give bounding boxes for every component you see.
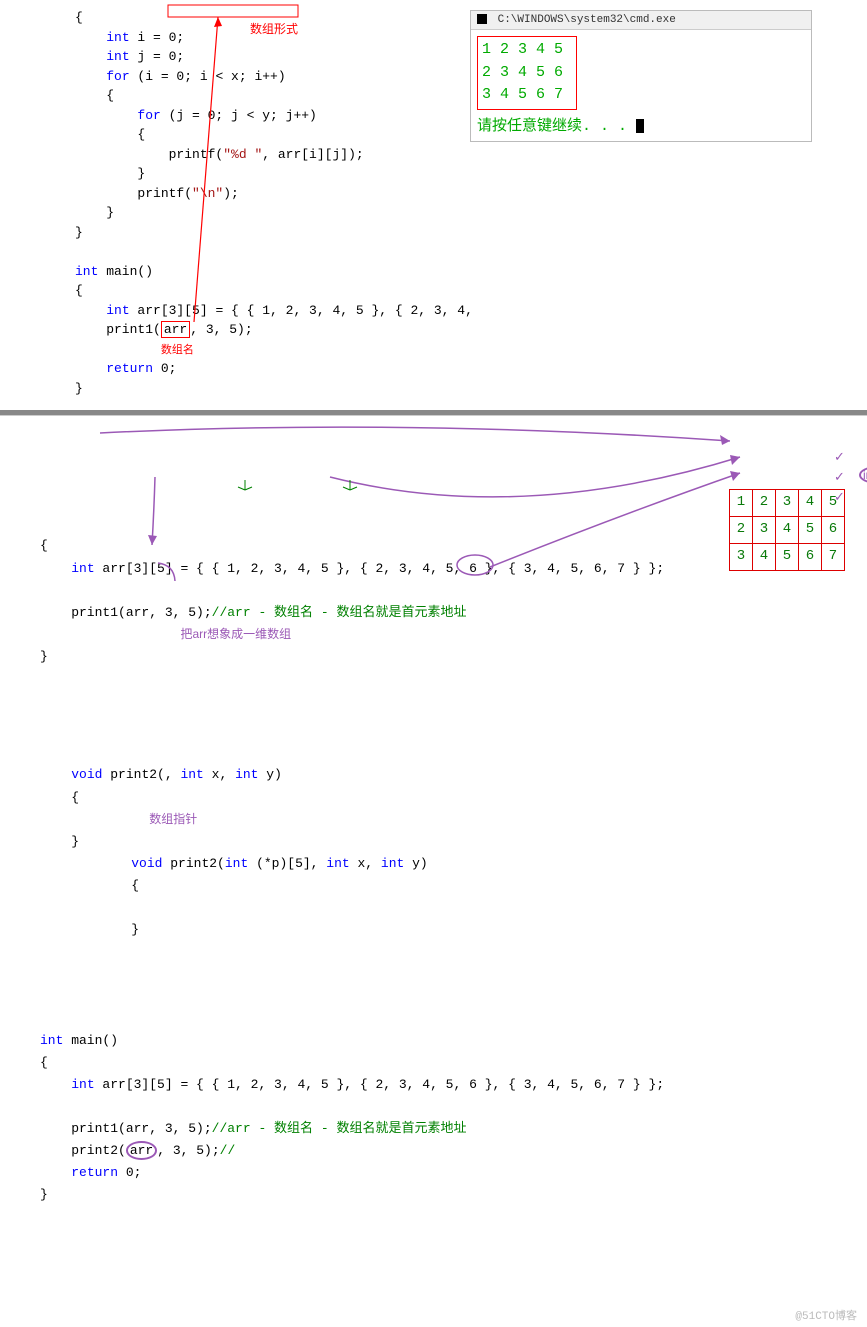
annot-int5: int [5] xyxy=(859,466,867,484)
checkmark-3: ✓ xyxy=(834,487,845,509)
comment-arr-name-2: //arr - 数组名 - 数组名就是首元素地址 xyxy=(212,1121,467,1136)
top-panel: 数组形式 { int i = 0; int j = 0; for (i = 0;… xyxy=(0,0,867,412)
annot-array-form: 数组形式 xyxy=(250,20,298,37)
bottom-output-grid: 12345 23456 34567 int [5] ✓ ✓ ✓ xyxy=(729,445,845,703)
bottom-panel: { int arr[3][5] = { { 1, 2, 3, 4, 5 }, {… xyxy=(0,415,867,1303)
watermark: @51CTO博客 xyxy=(0,1303,867,1327)
console-title-bar: C:\WINDOWS\system32\cmd.exe xyxy=(471,11,811,30)
void-print2-right: void print2(int (*p)[5], int x, int y) {… xyxy=(131,853,428,941)
annot-array-pointer: 数组指针 xyxy=(149,812,197,826)
console-prompt: 请按任意键继续. . . xyxy=(477,118,627,135)
code-block-top: { int i = 0; int j = 0; for (i = 0; i < … xyxy=(0,0,453,406)
console-body: 12345 23456 34567 请按任意键继续. . . xyxy=(471,30,811,141)
cursor-icon xyxy=(636,119,644,133)
main-block-bottom: int main() { int arr[3][5] = { { 1, 2, 3… xyxy=(40,1030,859,1207)
comment-arr-name: //arr - 数组名 - 数组名就是首元素地址 xyxy=(212,605,467,620)
comment-slashes: // xyxy=(220,1143,236,1158)
console-title-text: C:\WINDOWS\system32\cmd.exe xyxy=(498,14,676,26)
checkmark-1: ✓ xyxy=(834,447,845,469)
console-icon xyxy=(477,14,487,24)
void-print2-left: void print2(, int x, int y) { 数组指针 } xyxy=(71,764,282,852)
annot-array-name: 数组名 xyxy=(161,344,194,356)
annot-think-1d: 把arr想象成一维数组 xyxy=(180,627,291,641)
checkmark-2: ✓ xyxy=(834,467,845,489)
console-window: C:\WINDOWS\system32\cmd.exe 12345 23456 … xyxy=(470,10,812,142)
console-output-grid: 12345 23456 34567 xyxy=(477,36,577,110)
